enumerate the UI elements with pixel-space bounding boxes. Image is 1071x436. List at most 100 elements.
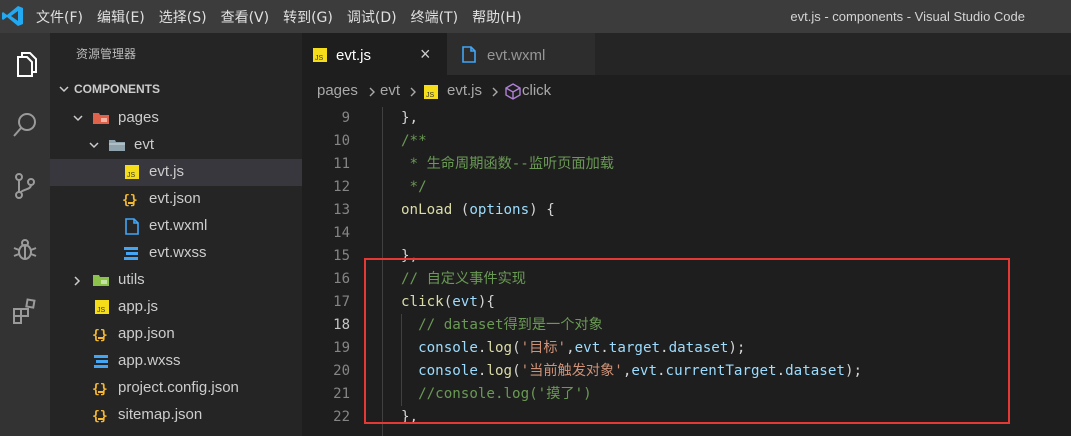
folder-pages-icon [93,113,109,124]
tree-label: project.config.json [118,379,239,396]
json-file-icon: {} [122,193,138,207]
json-file-icon: {} [92,328,108,342]
tree-file-sitemap-json[interactable]: {} sitemap.json [50,402,302,429]
js-file-icon: JS [313,48,327,62]
breadcrumb-item[interactable]: evt.js [447,82,482,99]
line-number: 13 [333,202,350,218]
chevron-right-icon [410,87,416,97]
svg-text:{}: {} [92,409,108,423]
line-number: 22 [333,409,350,425]
menu-go[interactable]: 转到(G) [283,7,333,27]
explorer-button[interactable] [5,45,45,85]
css-file-icon [124,247,138,260]
activity-bar [0,33,50,436]
explorer-sidebar: 资源管理器 COMPONENTS pages evt JS evt.js {} … [50,33,302,436]
js-file-icon: JS [424,85,438,99]
tab-label: evt.js [336,47,372,64]
line-number: 16 [333,271,350,287]
code-line: * 生命周期函数--监听页面加载 [401,156,614,172]
tree-file-evt-json[interactable]: {} evt.json [50,186,302,213]
code-line: onLoad (options) { [401,202,555,218]
title-bar: 文件(F) 编辑(E) 选择(S) 查看(V) 转到(G) 调试(D) 终端(T… [0,0,1071,33]
line-number: 11 [333,156,350,172]
menu-terminal[interactable]: 终端(T) [411,7,458,27]
tree-file-evt-js[interactable]: JS evt.js [50,159,302,186]
line-number: 15 [333,248,350,264]
tab-evt-js[interactable]: JS evt.js × [302,33,447,75]
tree-label: utils [118,271,145,288]
debug-button[interactable] [5,229,45,269]
tree-file-evt-wxss[interactable]: evt.wxss [50,240,302,267]
chevron-right-icon [74,276,81,286]
tab-label: evt.wxml [487,47,546,64]
line-number: 12 [333,179,350,195]
tree-file-app-js[interactable]: JS app.js [50,294,302,321]
wxml-file-icon [125,218,139,235]
js-file-icon: JS [125,165,139,179]
wxml-file-icon [462,46,476,63]
svg-text:{}: {} [92,382,108,396]
extensions-icon [13,298,36,324]
breadcrumb-item[interactable]: click [522,82,551,99]
chevron-right-icon [369,87,375,97]
menu-view[interactable]: 查看(V) [221,7,270,27]
line-number-current: 18 [333,317,350,333]
tree-label: evt.wxss [149,244,207,261]
tree-folder-utils[interactable]: utils [50,267,302,294]
chevron-down-icon [73,115,83,122]
close-icon[interactable]: × [420,44,431,65]
workspace-section-header[interactable]: COMPONENTS [50,76,302,102]
tree-folder-evt[interactable]: evt [50,132,302,159]
svg-text:JS: JS [97,307,106,314]
svg-text:JS: JS [127,172,136,179]
line-number: 19 [333,340,350,356]
highlight-annotation-box [364,258,1010,424]
breadcrumb-item[interactable]: evt [380,82,400,99]
menu-help[interactable]: 帮助(H) [472,7,521,27]
tree-label: pages [118,109,159,126]
debug-icon [13,239,37,260]
json-file-icon: {} [92,409,108,423]
tree-label: app.js [118,298,159,315]
explorer-title: 资源管理器 [76,47,137,61]
menu-debug[interactable]: 调试(D) [347,7,397,27]
chevron-down-icon [89,142,99,149]
line-number: 20 [333,363,350,379]
tree-folder-pages[interactable]: pages [50,105,302,132]
chevron-down-icon [59,86,69,93]
tree-label: evt.js [149,163,185,180]
tree-label: sitemap.json [118,406,203,423]
chevron-right-icon [492,87,498,97]
folder-icon [109,140,125,151]
svg-text:JS: JS [426,92,435,99]
editor-tabs: JS evt.js × evt.wxml [302,33,1071,75]
source-control-button[interactable] [5,166,45,206]
tree-file-project-config-json[interactable]: {} project.config.json [50,375,302,402]
menu-selection[interactable]: 选择(S) [159,7,207,27]
tab-evt-wxml[interactable]: evt.wxml [447,33,595,75]
line-number: 10 [333,133,350,149]
css-file-icon [94,355,108,368]
vscode-logo-icon[interactable] [0,3,26,29]
extensions-button[interactable] [5,291,45,331]
search-button[interactable] [5,105,45,145]
line-number: 21 [333,386,350,402]
menu-edit[interactable]: 编辑(E) [97,7,145,27]
line-number: 14 [333,225,350,241]
menu-file[interactable]: 文件(F) [36,7,83,27]
tree-file-evt-wxml[interactable]: evt.wxml [50,213,302,240]
code-line: */ [401,179,427,195]
svg-text:{}: {} [122,193,138,207]
tree-file-app-wxss[interactable]: app.wxss [50,348,302,375]
tree-file-app-json[interactable]: {} app.json [50,321,302,348]
search-icon [13,113,36,137]
breadcrumb: pages evt JS evt.js click [302,75,1071,107]
svg-text:{}: {} [92,328,108,342]
code-line: /** [401,133,427,149]
svg-text:JS: JS [315,55,324,62]
tree-label: app.wxss [118,352,181,369]
window-title: evt.js - components - Visual Studio Code [790,9,1025,24]
tree-label: evt.wxml [149,217,208,234]
breadcrumb-item[interactable]: pages [317,82,358,99]
code-line: }, [401,110,419,126]
